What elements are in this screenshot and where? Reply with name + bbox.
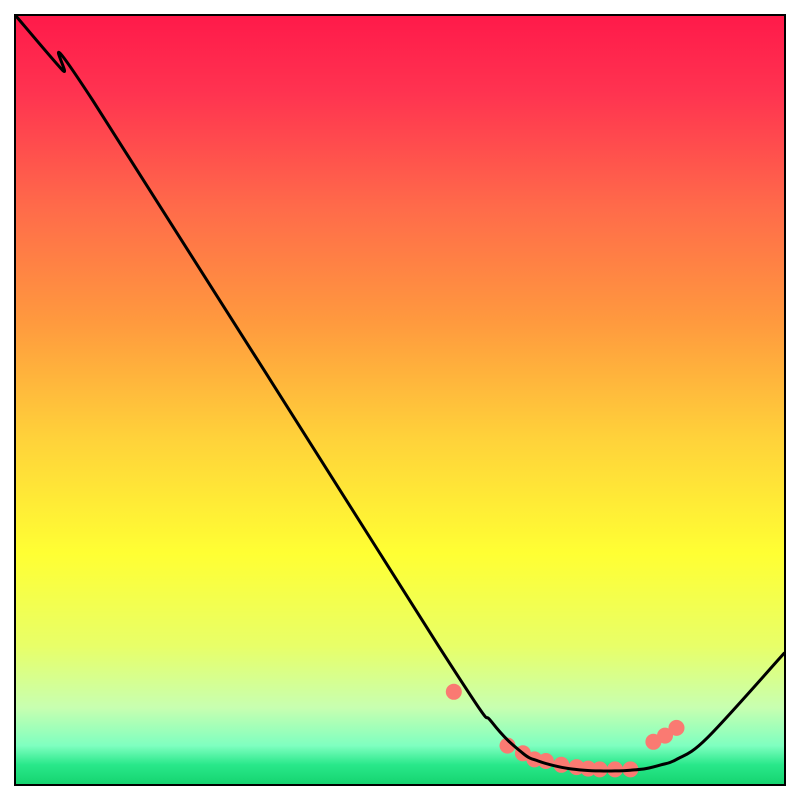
chart-canvas [16,16,784,784]
chart-frame: TheBottleneck.com [14,14,786,786]
curve-marker [446,684,462,700]
curve-marker [669,720,685,736]
chart-background [16,16,784,784]
